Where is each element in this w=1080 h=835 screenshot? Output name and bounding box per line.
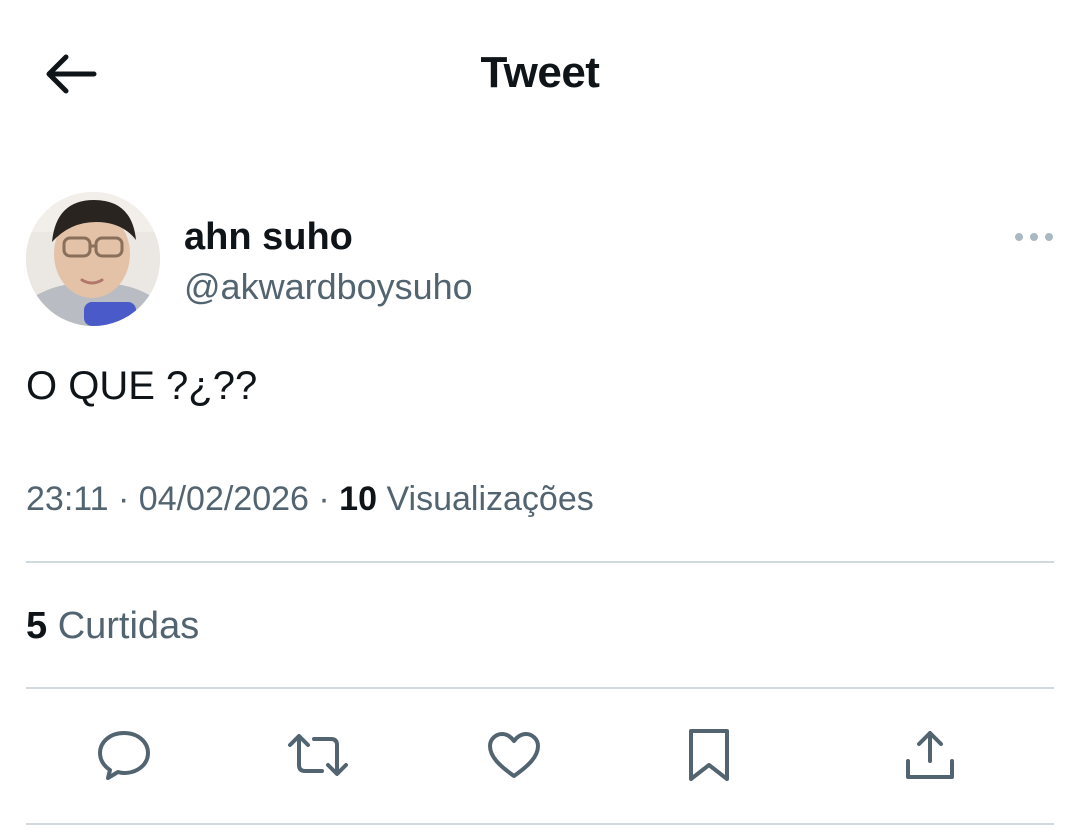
author-handle[interactable]: @akwardboysuho — [184, 266, 473, 308]
likes-label: Curtidas — [57, 605, 200, 647]
views-count: 10 — [339, 480, 377, 518]
meta-separator: · — [308, 480, 340, 518]
tweet-date[interactable]: 04/02/2026 — [139, 480, 309, 518]
likes-stat[interactable]: 5 Curtidas — [26, 605, 199, 648]
tweet-text: O QUE ?¿?? — [26, 364, 258, 408]
share-icon — [906, 731, 954, 779]
more-options-button[interactable] — [1012, 222, 1056, 252]
action-bar — [0, 715, 1080, 805]
share-button[interactable] — [890, 715, 970, 795]
bookmark-button[interactable] — [669, 715, 749, 795]
bookmark-icon — [689, 729, 729, 781]
reply-icon — [98, 731, 150, 780]
divider — [26, 687, 1054, 689]
reply-button[interactable] — [84, 715, 164, 795]
page-title: Tweet — [480, 48, 600, 97]
tweet-author: ahn suho @akwardboysuho — [26, 192, 1056, 332]
like-button[interactable] — [474, 715, 554, 795]
retweet-button[interactable] — [278, 715, 358, 795]
avatar-image — [26, 192, 160, 326]
top-bar: Tweet — [0, 0, 1080, 150]
meta-separator: · — [108, 480, 139, 518]
more-horizontal-icon — [1015, 233, 1053, 241]
avatar[interactable] — [26, 192, 160, 326]
retweet-icon — [288, 734, 348, 776]
divider — [26, 561, 1054, 563]
divider — [26, 823, 1054, 825]
tweet-time[interactable]: 23:11 — [26, 480, 109, 518]
tweet-meta: 23:11 · 04/02/2026 · 10 Visualizações — [26, 480, 594, 519]
likes-count: 5 — [26, 605, 48, 647]
author-display-name[interactable]: ahn suho — [184, 216, 353, 259]
like-icon — [488, 732, 540, 778]
views-label: Visualizações — [386, 480, 594, 518]
